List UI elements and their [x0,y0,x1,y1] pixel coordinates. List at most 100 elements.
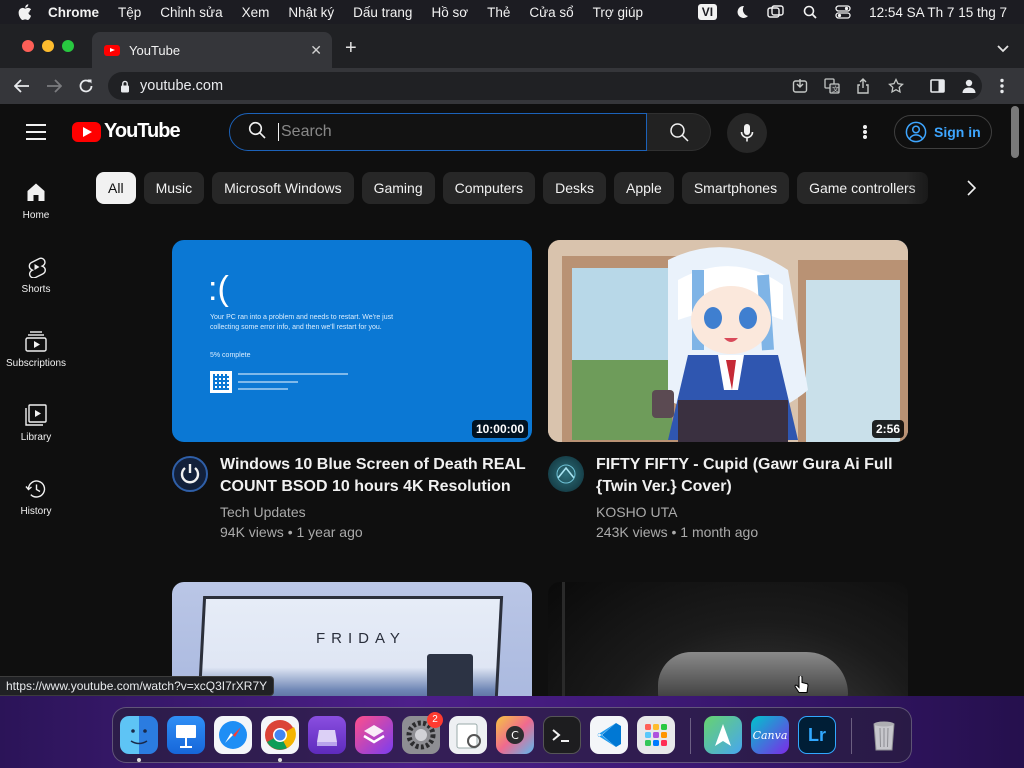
input-source-indicator[interactable]: VI [697,4,718,20]
terminal-icon[interactable] [543,716,581,754]
search-bar [229,113,711,151]
dark-mode-moon-icon[interactable] [735,5,749,19]
page-scrollbar[interactable] [1011,106,1019,158]
keynote-icon[interactable] [167,716,205,754]
color-picker-icon[interactable]: C [496,716,534,754]
guide-item-library[interactable]: Library [0,404,72,443]
screen-mirroring-icon[interactable] [767,5,785,19]
search-box[interactable] [229,113,647,151]
mouse-pointer-hand-icon [794,674,810,701]
window-minimize-button[interactable] [42,40,54,52]
guide-menu-hamburger-icon[interactable] [26,124,46,140]
channel-name[interactable]: KOSHO UTA [596,502,908,522]
bsod-sad-face: :( [208,270,229,308]
guide-item-subscriptions[interactable]: Subscriptions [0,330,72,369]
channel-name[interactable]: Tech Updates [220,502,532,522]
menu-edit[interactable]: Chỉnh sửa [160,5,222,20]
new-tab-plus-icon[interactable]: + [345,37,357,60]
bookmark-star-icon[interactable] [888,77,904,98]
video-stats: 243K views • 1 month ago [596,524,759,540]
video-title[interactable]: FIFTY FIFTY - Cupid (Gawr Gura Ai Full {… [596,454,908,498]
lightroom-icon[interactable]: Lr [798,716,836,754]
chip-gaming[interactable]: Gaming [361,172,435,204]
finder-icon[interactable] [120,716,158,754]
chip-all[interactable]: All [96,172,136,204]
menu-profiles[interactable]: Hồ sơ [431,5,468,20]
chip-smartphones[interactable]: Smartphones [681,172,790,204]
browser-tab-youtube[interactable]: YouTube ✕ [92,32,332,68]
video-thumbnail[interactable]: :( Your PC ran into a problem and needs … [172,240,532,442]
channel-avatar[interactable] [172,456,208,492]
video-thumbnail[interactable]: 2:56 [548,240,908,442]
google-chrome-icon[interactable] [261,716,299,754]
search-input[interactable] [278,123,618,141]
install-app-icon[interactable] [792,78,808,98]
window-maximize-button[interactable] [62,40,74,52]
sign-in-label: Sign in [934,124,981,140]
video-thumbnail[interactable] [548,582,908,696]
sign-in-button[interactable]: Sign in [894,115,992,149]
chip-next-chevron-right-icon[interactable] [966,180,977,201]
disk-utility-icon[interactable] [308,716,346,754]
tab-close-icon[interactable]: ✕ [310,42,322,59]
chip-computers[interactable]: Computers [442,172,536,204]
maps-icon[interactable] [704,716,742,754]
search-button-magnifier-icon [669,123,689,142]
menu-bookmarks[interactable]: Dấu trang [353,5,412,20]
menu-help[interactable]: Trợ giúp [593,5,643,20]
back-arrow-icon[interactable] [12,76,32,96]
menu-view[interactable]: Xem [242,5,270,20]
tab-search-chevron-down-icon[interactable] [997,40,1009,58]
shortcuts-icon[interactable] [355,716,393,754]
bsod-fine-print-line [238,381,298,383]
guide-item-label: Library [20,432,52,443]
chip-apple[interactable]: Apple [614,172,674,204]
apple-menu-icon[interactable] [18,4,34,20]
video-card-bsod[interactable]: :( Your PC ran into a problem and needs … [172,240,532,542]
video-card-night-car[interactable] [548,582,908,696]
chip-bar-fade [906,172,946,204]
video-title[interactable]: Windows 10 Blue Screen of Death REAL COU… [220,454,532,498]
chip-music[interactable]: Music [143,172,205,204]
reload-icon[interactable] [76,76,96,96]
dock-separator [690,718,691,754]
bsod-message-text: Your PC ran into a problem and needs to … [210,314,394,331]
microphone-icon [740,124,754,142]
forward-arrow-icon[interactable] [44,76,64,96]
safari-icon[interactable] [214,716,252,754]
share-icon[interactable] [856,78,870,98]
youtube-logo[interactable]: YouTube [72,120,181,143]
menubar-clock[interactable]: 12:54 SA Th 7 15 thg 7 [869,5,1007,20]
guide-item-shorts[interactable]: Shorts [0,256,72,295]
voice-search-button[interactable] [727,113,767,153]
control-center-icon[interactable] [835,5,851,19]
search-button[interactable] [647,113,711,151]
address-bar[interactable]: youtube.com 文 [108,72,982,100]
trash-icon[interactable] [865,716,903,754]
chip-desks[interactable]: Desks [543,172,606,204]
site-info-lock-icon[interactable] [120,80,130,93]
window-close-button[interactable] [22,40,34,52]
chip-microsoft-windows[interactable]: Microsoft Windows [212,172,354,204]
preview-icon[interactable] [449,716,487,754]
guide-item-history[interactable]: History [0,478,72,517]
spotlight-search-icon[interactable] [803,5,817,19]
menu-tab[interactable]: Thẻ [487,5,510,20]
channel-avatar[interactable] [548,456,584,492]
menu-history[interactable]: Nhật ký [288,5,334,20]
settings-more-kebab-icon[interactable] [860,122,870,142]
translate-icon[interactable]: 文 [824,78,840,98]
history-icon [0,478,72,500]
chrome-menu-kebab-icon[interactable] [992,76,1012,96]
profile-avatar-icon[interactable] [959,76,979,96]
side-panel-icon[interactable] [927,76,947,96]
guide-item-home[interactable]: Home [0,182,72,221]
menu-window[interactable]: Cửa sổ [529,5,573,20]
video-card-cupid-cover[interactable]: 2:56 FIFTY FIFTY - Cupid (Gawr Gura Ai F… [548,240,908,542]
menu-app-name[interactable]: Chrome [48,5,99,20]
vscode-icon[interactable] [590,716,628,754]
guide-item-label: Home [22,210,50,221]
launchpad-icon[interactable] [637,716,675,754]
menu-file[interactable]: Tệp [118,5,141,20]
canva-icon[interactable]: Canva [751,716,789,754]
